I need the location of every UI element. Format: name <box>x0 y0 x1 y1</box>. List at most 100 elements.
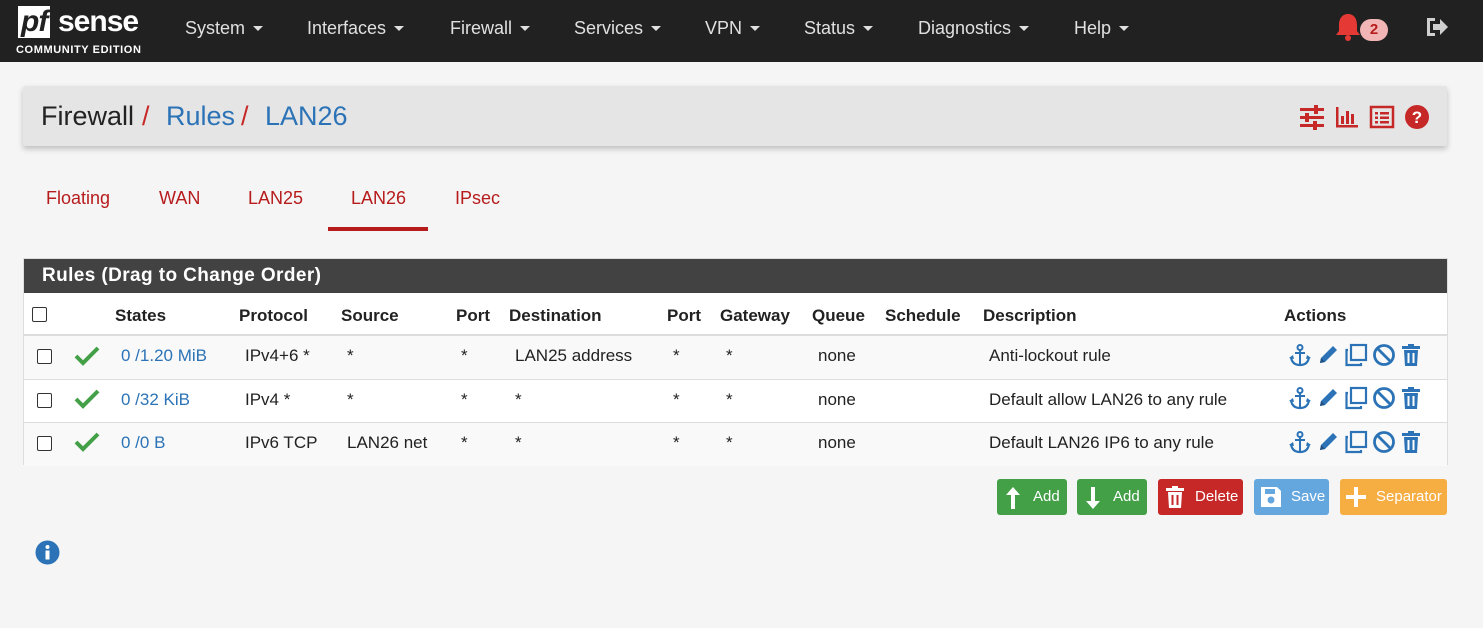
caret-down-icon <box>863 25 874 31</box>
pencil-icon[interactable] <box>1316 386 1340 410</box>
pfsense-logo[interactable]: pf sense COMMUNITY EDITION <box>14 6 154 58</box>
table-row[interactable] <box>24 336 1447 379</box>
breadcrumb-rules-link[interactable]: Rules <box>166 100 235 132</box>
nav-system-label: System <box>185 18 246 38</box>
pencil-icon[interactable] <box>1316 430 1340 454</box>
table-row[interactable] <box>24 423 1447 466</box>
rule-queue: none <box>818 346 856 365</box>
nav-interfaces-label: Interfaces <box>307 18 387 38</box>
trash-icon[interactable] <box>1399 343 1423 367</box>
rule-source: * <box>347 346 354 365</box>
bell-icon[interactable] <box>1334 12 1362 42</box>
anchor-icon[interactable] <box>1288 343 1312 367</box>
nav-system-menu[interactable]: System <box>185 0 264 56</box>
tab-lan25[interactable]: LAN25 <box>248 188 303 209</box>
active-tab-indicator <box>328 227 428 231</box>
add-separator-button[interactable]: Separator <box>1340 479 1447 515</box>
column-header-schedule[interactable]: Schedule <box>885 306 961 326</box>
caret-down-icon <box>651 25 662 31</box>
info-icon[interactable] <box>35 540 60 565</box>
page-header: Firewall / Rules / LAN26 ? <box>23 86 1447 146</box>
trash-icon[interactable] <box>1399 386 1423 410</box>
nav-firewall-label: Firewall <box>450 18 513 38</box>
tab-lan26[interactable]: LAN26 <box>351 188 406 209</box>
row-select-checkbox[interactable] <box>37 349 52 364</box>
pass-check-icon <box>74 389 100 409</box>
disable-icon[interactable] <box>1372 386 1396 410</box>
rule-destination-port: * <box>673 346 680 365</box>
column-header-queue[interactable]: Queue <box>812 306 865 326</box>
disable-icon[interactable] <box>1372 430 1396 454</box>
anchor-icon[interactable] <box>1288 430 1312 454</box>
rule-queue: none <box>818 390 856 409</box>
column-header-gateway[interactable]: Gateway <box>720 306 790 326</box>
logo-sense-text: sense <box>58 5 139 38</box>
copy-icon[interactable] <box>1344 343 1368 367</box>
nav-vpn-menu[interactable]: VPN <box>705 0 761 56</box>
trash-icon[interactable] <box>1399 430 1423 454</box>
copy-icon[interactable] <box>1344 430 1368 454</box>
caret-down-icon <box>520 25 531 31</box>
column-header-destination[interactable]: Destination <box>509 306 602 326</box>
pencil-icon[interactable] <box>1316 343 1340 367</box>
select-all-checkbox[interactable] <box>32 307 47 322</box>
notification-count-badge[interactable]: 2 <box>1360 19 1388 41</box>
nav-help-menu[interactable]: Help <box>1074 0 1130 56</box>
rule-description: Default LAN26 IP6 to any rule <box>989 433 1214 452</box>
tab-ipsec[interactable]: IPsec <box>455 188 500 209</box>
tab-floating[interactable]: Floating <box>46 188 110 209</box>
delete-selected-button[interactable]: Delete <box>1158 479 1243 515</box>
save-label: Save <box>1291 488 1326 505</box>
bar-chart-icon[interactable] <box>1334 104 1360 130</box>
rule-source: LAN26 net <box>347 433 428 452</box>
anchor-icon[interactable] <box>1288 386 1312 410</box>
nav-help-label: Help <box>1074 18 1112 38</box>
column-header-source-port[interactable]: Port <box>456 306 490 326</box>
add-top-label: Add <box>1033 488 1060 505</box>
rule-source: * <box>347 390 354 409</box>
arrow-up-icon <box>1006 487 1020 509</box>
row-select-checkbox[interactable] <box>37 393 52 408</box>
column-header-destination-port[interactable]: Port <box>667 306 701 326</box>
column-header-description[interactable]: Description <box>983 306 1077 326</box>
nav-diagnostics-label: Diagnostics <box>918 18 1012 38</box>
copy-icon[interactable] <box>1344 386 1368 410</box>
rule-states-link[interactable]: 0 /1.20 MiB <box>121 346 207 366</box>
nav-interfaces-menu[interactable]: Interfaces <box>307 0 405 56</box>
add-rule-bottom-button[interactable]: Add <box>1077 479 1147 515</box>
nav-services-label: Services <box>574 18 644 38</box>
nav-services-menu[interactable]: Services <box>574 0 662 56</box>
tab-wan[interactable]: WAN <box>159 188 200 209</box>
nav-status-menu[interactable]: Status <box>804 0 874 56</box>
logout-icon[interactable] <box>1424 14 1450 40</box>
column-header-source[interactable]: Source <box>341 306 399 326</box>
rule-protocol: IPv4+6 * <box>245 346 310 365</box>
column-header-protocol[interactable]: Protocol <box>239 306 308 326</box>
add-bottom-label: Add <box>1113 488 1140 505</box>
top-navbar: pf sense COMMUNITY EDITION System Interf… <box>0 0 1483 62</box>
rule-protocol: IPv6 TCP <box>245 433 318 452</box>
logo-edition-text: COMMUNITY EDITION <box>16 44 142 56</box>
rules-panel-title: Rules (Drag to Change Order) <box>24 259 1447 293</box>
add-rule-top-button[interactable]: Add <box>997 479 1067 515</box>
column-header-states[interactable]: States <box>115 306 166 326</box>
separator-label: Separator <box>1376 488 1442 505</box>
rule-destination: * <box>515 433 522 452</box>
list-icon[interactable] <box>1369 104 1395 130</box>
disable-icon[interactable] <box>1372 343 1396 367</box>
caret-down-icon <box>750 25 761 31</box>
row-select-checkbox[interactable] <box>37 436 52 451</box>
help-icon[interactable]: ? <box>1404 104 1430 130</box>
save-order-button[interactable]: Save <box>1254 479 1329 515</box>
rule-states-link[interactable]: 0 /0 B <box>121 433 165 453</box>
caret-down-icon <box>394 25 405 31</box>
rule-source-port: * <box>461 433 468 452</box>
breadcrumb-lan26-link[interactable]: LAN26 <box>265 100 348 132</box>
save-icon <box>1261 487 1281 507</box>
nav-firewall-menu[interactable]: Firewall <box>450 0 531 56</box>
table-row[interactable] <box>24 380 1447 423</box>
nav-diagnostics-menu[interactable]: Diagnostics <box>918 0 1030 56</box>
sliders-icon[interactable] <box>1299 104 1325 130</box>
rule-states-link[interactable]: 0 /32 KiB <box>121 390 190 410</box>
logo-pf-text: pf <box>18 6 51 38</box>
